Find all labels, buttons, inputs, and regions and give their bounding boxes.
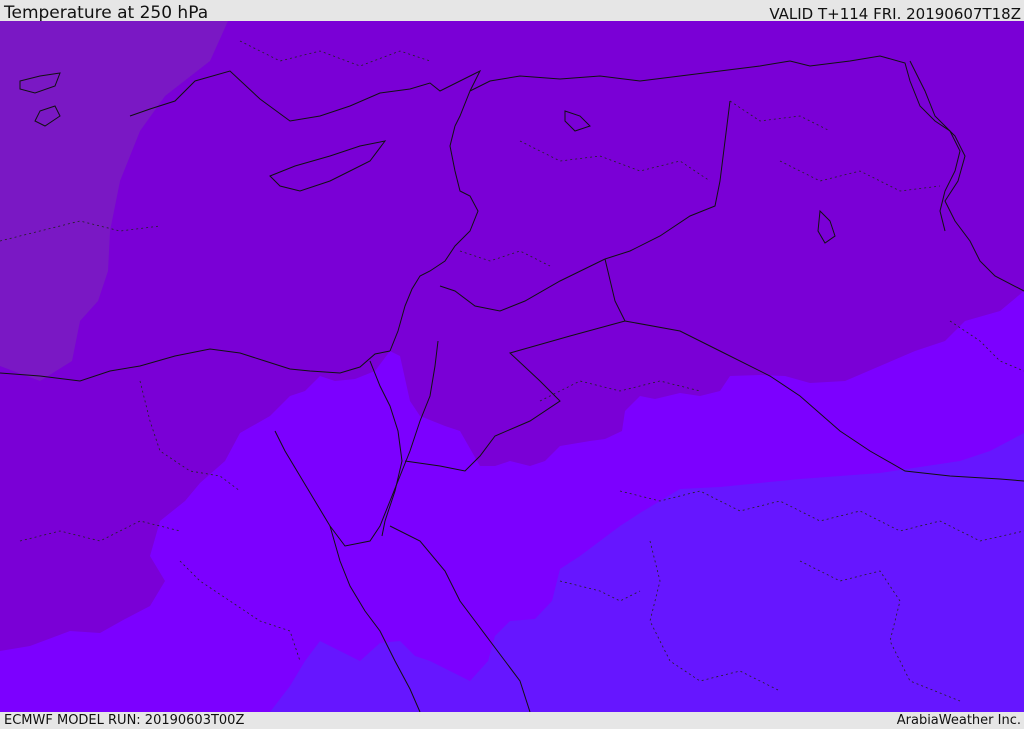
map-svg (0, 21, 1024, 712)
footer-bar: ECMWF MODEL RUN: 20190603T00Z ArabiaWeat… (0, 712, 1024, 729)
map-canvas[interactable] (0, 21, 1024, 712)
header-bar: Temperature at 250 hPa VALID T+114 FRI. … (0, 0, 1024, 23)
credit-label: ArabiaWeather Inc. (896, 713, 1021, 728)
model-run-label: ECMWF MODEL RUN: 20190603T00Z (4, 713, 245, 728)
